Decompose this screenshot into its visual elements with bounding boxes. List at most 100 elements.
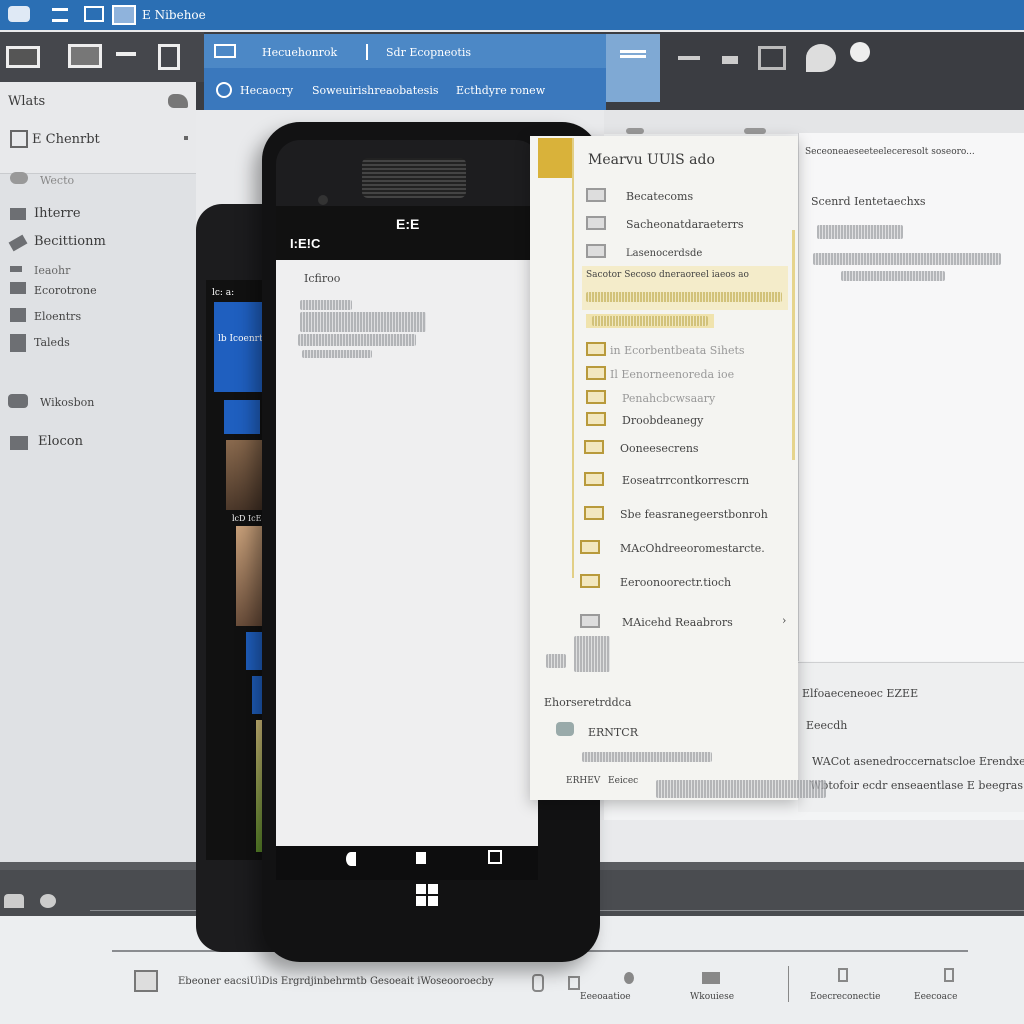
content-footer: Elfoaeceneoec EZEE Eeecdh WACot asenedro… (798, 662, 1024, 812)
subtab-1[interactable]: Hecaocry (240, 84, 293, 97)
subtab-2[interactable]: Soweuirishreaobatesis (312, 84, 438, 97)
content-tool-icon-2[interactable] (744, 128, 766, 134)
footer-button-4[interactable]: Eeecoace (914, 992, 957, 1002)
menu-item-icon (586, 366, 606, 380)
footer-bell-icon[interactable] (838, 968, 848, 982)
list-icon (10, 282, 26, 294)
subtab-3[interactable]: Ecthdyre ronew (456, 84, 545, 97)
sidebar-item-arrow-icon (184, 136, 188, 140)
footer-row: Ebeoner eacsiUìDis Ergrdjinbehrmtb Gesoe… (112, 956, 972, 1010)
tab-divider (366, 44, 368, 60)
menu-item-highlighted[interactable]: Sacotor Secoso dneraoreel iaeos ao (582, 266, 788, 310)
menu-item-label: Eoseatrrcontkorrescrn (622, 474, 750, 487)
ribbon-left-tools (0, 32, 204, 82)
sidebar-item-chenrbt[interactable]: E Chenrbt (32, 132, 100, 147)
media-icon[interactable] (68, 44, 102, 68)
menu-item-label: Eeroonoorectr.tioch (620, 576, 732, 589)
phone-menu-icon[interactable] (488, 850, 502, 864)
footer-button-3[interactable]: Eoecreconectie (810, 992, 880, 1002)
sidebar-item-wikosbon[interactable]: Wikosbon (40, 396, 94, 409)
menu-item-label: Lasenocerdsde (626, 248, 703, 259)
pin-icon[interactable] (850, 42, 870, 62)
leaf-icon[interactable] (806, 44, 836, 72)
cloud-icon (10, 172, 28, 184)
sidebar-item-ieaohr[interactable]: Ieaohr (34, 264, 70, 277)
phone-screen: Icfiroo (276, 260, 538, 846)
sidebar-item-icon (10, 130, 28, 148)
tile-label: lb Icoenrt (218, 334, 263, 344)
tab-second[interactable]: Sdr Ecopneotis (386, 46, 471, 59)
title-bar: E Nibehoe (0, 0, 1024, 30)
bird-icon[interactable] (168, 94, 188, 108)
footer-box-icon[interactable] (702, 972, 720, 984)
content-detail-panel: Seceoneaeseeteeleceresolt soseoro... Sce… (798, 133, 1024, 661)
sidebar-item-taleds[interactable]: Taleds (34, 336, 70, 349)
sidebar-item-wecto[interactable]: Wecto (40, 174, 74, 187)
footer-clip-icon[interactable] (532, 974, 544, 992)
phone-text-line (300, 300, 352, 310)
menu-item[interactable]: MAicehd Reaabrors › (574, 610, 794, 634)
keyboard-icon[interactable] (6, 46, 40, 68)
footer-gift-icon[interactable] (568, 976, 580, 990)
menu-item[interactable]: Becatecoms (574, 184, 794, 208)
menu-item[interactable]: Droobdeanegy (574, 408, 794, 430)
phone-search-icon[interactable] (416, 852, 426, 864)
menu-item[interactable]: in Ecorbentbeata Sihets (574, 338, 794, 360)
chat-icon[interactable] (40, 894, 56, 908)
menu-item[interactable]: Sacheonatdaraeterrs (574, 212, 794, 236)
chevron-right-icon: › (782, 614, 787, 627)
menu-item-icon (580, 614, 600, 628)
tile-blue-small[interactable] (224, 400, 260, 434)
sidebar-item-ihterre[interactable]: Ihterre (34, 206, 81, 221)
home-icon[interactable] (4, 894, 24, 908)
menu-item[interactable]: Il Eenorneenoreda ioe (574, 362, 794, 384)
menu-item[interactable]: Lasenocerdsde (574, 240, 794, 264)
menu-item-label: Sbe feasranegeerstbonroh (620, 508, 768, 521)
windows-logo-icon[interactable] (416, 884, 438, 906)
subtab-row: Hecaocry Soweuirishreaobatesis Ecthdyre … (204, 78, 606, 106)
sidebar-item-ecorotrone[interactable]: Ecorotrone (34, 284, 97, 297)
sidebar-item-eloentrs[interactable]: Eloentrs (34, 310, 81, 323)
menu-footer-1: ERHEV (566, 776, 601, 786)
note-icon (10, 334, 26, 352)
megaphone-icon (8, 394, 28, 408)
sidebar-item-becittionm[interactable]: Becittionm (34, 234, 106, 249)
content-footer-line-1: WACot asenedroccernatscloe Erendxer (812, 755, 1024, 768)
footer-button-1[interactable]: Eeeoaatioe (580, 992, 631, 1002)
menu-icon[interactable] (52, 8, 68, 22)
window-icon[interactable] (112, 5, 136, 25)
grid-icon[interactable] (758, 46, 786, 70)
menu-item[interactable]: Eeroonoorectr.tioch (574, 570, 794, 594)
menu-item[interactable]: Penahcbcwsaary (574, 386, 794, 408)
content-footer-sub: Eeecdh (806, 719, 848, 732)
tab-active[interactable]: Hecuehonrok (262, 46, 337, 59)
content-tool-icon-1[interactable] (626, 128, 644, 134)
menu-item[interactable]: Ooneesecrens (574, 436, 794, 460)
folder-icon[interactable] (84, 6, 104, 22)
active-tool-highlight[interactable] (606, 34, 660, 102)
table-icon[interactable] (116, 52, 136, 66)
phone-back-icon[interactable] (346, 852, 356, 866)
menu-item-label: in Ecorbentbeata Sihets (610, 344, 745, 357)
footer-lock-icon[interactable] (944, 968, 954, 982)
menu-item[interactable]: Eoseatrrcontkorrescrn (574, 468, 794, 492)
phone-status-bar (276, 206, 538, 260)
footer-button-2[interactable]: Wkouiese (690, 992, 734, 1002)
menu-subitem-icon (556, 722, 574, 736)
menu-item-badge[interactable] (586, 314, 714, 328)
footer-music-icon[interactable] (624, 972, 634, 984)
menu-item[interactable]: MAcOhdreeoromestarcte. (574, 536, 794, 560)
tool-icon-2[interactable] (722, 56, 738, 64)
menu-item[interactable]: Sbe feasranegeerstbonroh (574, 502, 794, 526)
content-text-line (813, 253, 1001, 265)
menu-section-header: Ehorseretrddca (544, 696, 632, 709)
bookmark-icon[interactable] (158, 44, 180, 70)
phone-text-line (298, 334, 416, 346)
menu-item-label: Il Eenorneenoreda ioe (610, 368, 735, 381)
menu-item-icon (586, 412, 606, 426)
menu-thumbnail-small (546, 654, 566, 668)
tool-icon-1[interactable] (678, 56, 700, 60)
sidebar-item-elocon[interactable]: Elocon (38, 434, 83, 449)
window-title: E Nibehoe (142, 8, 206, 22)
menu-subitem[interactable]: ERNTCR (588, 726, 638, 739)
